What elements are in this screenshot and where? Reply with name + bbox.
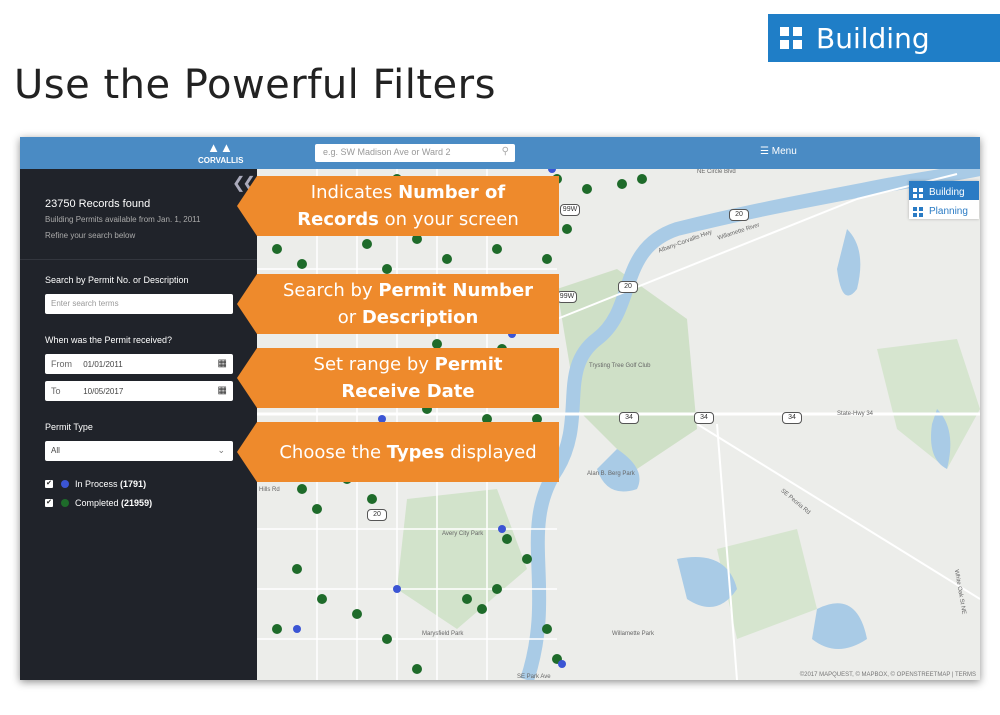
from-date-value: 01/01/2011 [83, 360, 123, 369]
in-process-count: (1791) [120, 479, 147, 489]
route-shield: 20 [729, 209, 749, 221]
callout-bold: Receive Date [341, 381, 475, 402]
to-prefix: To [51, 386, 61, 396]
address-search-placeholder: e.g. SW Madison Ave or Ward 2 [323, 147, 451, 157]
map-label-willamette-park: Willamette Park [612, 631, 655, 637]
callout-bold: Permit [434, 354, 503, 375]
callout-line: Records on your screen [257, 206, 559, 233]
callout-bold: Number of [398, 182, 506, 203]
route-shield: 34 [782, 412, 802, 424]
logo-text: CORVALLIS [198, 156, 244, 165]
calendar-icon[interactable]: ▦ [218, 385, 227, 396]
legend-completed[interactable]: ✔ Completed (21959) [45, 498, 152, 508]
from-date-field[interactable]: From 01/01/2011 ▦ [45, 354, 233, 374]
callout-text: on your screen [378, 209, 519, 230]
filter-sidebar: ❮❮❮ 23750 Records found Building Permits… [20, 169, 266, 680]
chevron-down-icon: ⌄ [217, 445, 225, 455]
callout-text: Indicates [310, 182, 399, 203]
records-found: 23750 Records found [45, 198, 151, 210]
map-label-alan-berg-park: Alan B. Berg Park [587, 471, 635, 477]
layer-planning-label: Planning [929, 206, 968, 217]
checkbox-in-process[interactable]: ✔ [45, 480, 53, 488]
callout-text: Search by [282, 280, 379, 301]
map-label-circle-blvd: NE Circle Blvd [697, 169, 736, 175]
search-label: Search by Permit No. or Description [45, 275, 189, 285]
layer-building-label: Building [929, 187, 965, 198]
route-shield: 20 [367, 509, 387, 521]
callout-bold: Description [361, 307, 479, 328]
route-shield: 34 [694, 412, 714, 424]
layer-building[interactable]: Building [909, 181, 979, 200]
hamburger-icon: ☰ [760, 146, 769, 157]
corvallis-logo[interactable]: ▲▲ CORVALLIS [198, 140, 244, 166]
completed-label: Completed [75, 498, 119, 508]
date-label: When was the Permit received? [45, 335, 173, 345]
callout-bold: Permit Number [378, 280, 534, 301]
callout-text: displayed [444, 441, 537, 463]
badge-label: Building [816, 21, 930, 55]
callout-line: Indicates Number of [257, 179, 559, 206]
map-label-hills-rd: Hills Rd [259, 487, 280, 493]
callout-text: Set range by [313, 354, 435, 375]
callout-text: Choose the [279, 441, 387, 463]
grid-icon [913, 187, 923, 198]
map-label-avery-park: Avery City Park [442, 531, 484, 537]
route-shield: 20 [618, 281, 638, 293]
map-label-trysting-tree: Trysting Tree Golf Club [589, 363, 651, 369]
permit-type-label: Permit Type [45, 422, 93, 432]
permit-search-input[interactable]: Enter search terms [45, 294, 233, 314]
map-attribution[interactable]: ©2017 MAPQUEST, © MAPBOX, © OPENSTREETMA… [800, 672, 976, 678]
callout-line: Set range by Permit [257, 351, 559, 378]
map-label-park-ave: SE Park Ave [517, 674, 551, 680]
to-date-value: 10/05/2017 [83, 387, 124, 396]
to-date-field[interactable]: To 10/05/2017 ▦ [45, 381, 233, 401]
grid-icon [780, 27, 802, 49]
grid-icon [913, 206, 923, 217]
callout-line: Receive Date [257, 378, 559, 405]
callout-bold: Types [386, 441, 445, 463]
permit-type-value: All [51, 446, 60, 455]
completed-dot-icon [61, 499, 69, 507]
address-search-input[interactable]: e.g. SW Madison Ave or Ward 2 ⚲ [315, 144, 515, 162]
layer-planning[interactable]: Planning [909, 200, 979, 219]
callout-line: or Description [257, 304, 559, 331]
menu-button[interactable]: ☰ Menu [760, 146, 797, 157]
map-label-state-hwy-34: State-Hwy 34 [837, 411, 874, 417]
callout-search: Search by Permit Number or Description [237, 274, 559, 334]
callout-text: or [337, 307, 362, 328]
permit-type-select[interactable]: All ⌄ [45, 441, 233, 461]
completed-count: (21959) [121, 498, 153, 508]
callout-line: Search by Permit Number [257, 277, 559, 304]
top-bar: ▲▲ CORVALLIS e.g. SW Madison Ave or Ward… [20, 137, 980, 169]
callout-date-range: Set range by Permit Receive Date [237, 348, 559, 408]
checkbox-completed[interactable]: ✔ [45, 499, 53, 507]
callout-line: Choose the Types displayed [257, 439, 559, 466]
in-process-dot-icon [61, 480, 69, 488]
route-shield: 34 [619, 412, 639, 424]
legend-in-process[interactable]: ✔ In Process (1791) [45, 479, 146, 489]
in-process-label: In Process [75, 479, 118, 489]
divider [20, 259, 257, 260]
slide-title: Use the Powerful Filters [14, 62, 496, 108]
callout-bold: Records [297, 209, 379, 230]
menu-label: Menu [771, 146, 797, 157]
map-label-marysfield-park: Marysfield Park [422, 631, 464, 637]
route-shield: 99W [560, 204, 580, 216]
permit-search-placeholder: Enter search terms [51, 299, 119, 308]
logo-mark-icon: ▲▲ [207, 140, 233, 155]
building-badge: Building [768, 14, 1000, 62]
search-icon[interactable]: ⚲ [502, 146, 509, 157]
callout-types: Choose the Types displayed [237, 422, 559, 482]
callout-records: Indicates Number of Records on your scre… [237, 176, 559, 236]
availability-note: Building Permits available from Jan. 1, … [45, 215, 201, 224]
refine-hint: Refine your search below [45, 231, 136, 240]
from-prefix: From [51, 359, 72, 369]
calendar-icon[interactable]: ▦ [218, 358, 227, 369]
layer-switcher: Building Planning [909, 181, 979, 219]
route-shield: 99W [557, 291, 577, 303]
